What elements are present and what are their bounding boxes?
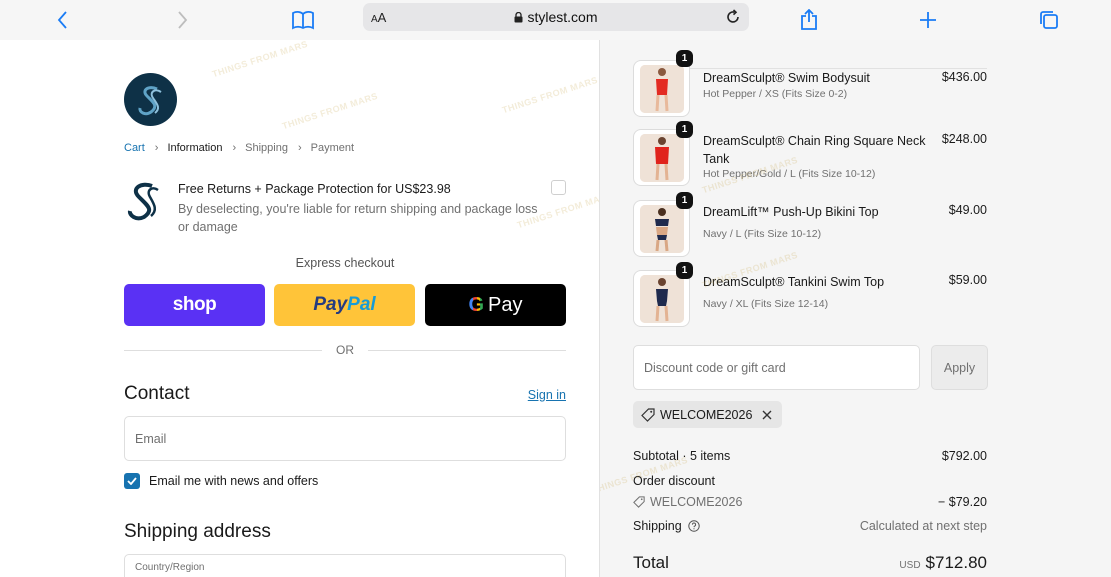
breadcrumb-shipping: Shipping <box>245 142 288 154</box>
breadcrumb-cart[interactable]: Cart <box>124 142 145 154</box>
shipping-row: Shipping Calculated at next step <box>633 519 987 533</box>
reload-icon[interactable] <box>723 7 743 27</box>
product-price: $59.00 <box>948 273 987 287</box>
quantity-badge: 1 <box>676 121 693 138</box>
google-pay-label: Pay <box>488 293 523 316</box>
email-field[interactable] <box>124 416 566 461</box>
share-icon[interactable] <box>795 6 823 34</box>
watermark: THINGS FROM MARS <box>500 74 600 116</box>
watermark: THINGS FROM MARS <box>280 90 380 132</box>
product-variant: Hot Pepper / XS (Fits Size 0-2) <box>703 88 848 100</box>
news-offers-option[interactable]: Email me with news and offers <box>124 473 318 489</box>
chevron-right-icon: › <box>297 142 302 154</box>
paypal-button[interactable]: Pay Pal <box>274 284 415 326</box>
product-variant: Navy / XL (Fits Size 12-14) <box>703 298 829 310</box>
news-label: Email me with news and offers <box>149 474 319 488</box>
product-thumbnail <box>633 60 690 117</box>
express-checkout-label: Express checkout <box>295 256 395 270</box>
protection-checkbox[interactable] <box>551 180 566 195</box>
total-value: $712.80 <box>925 553 987 572</box>
country-label: Country/Region <box>135 562 205 573</box>
remove-discount-icon[interactable] <box>762 410 772 420</box>
chevron-right-icon: › <box>232 142 237 154</box>
protection-title: Free Returns + Package Protection for US… <box>178 182 451 196</box>
subtotal-row: Subtotal · 5 items $792.00 <box>633 449 987 463</box>
discount-code-row: WELCOME2026 − $79.20 <box>633 495 987 511</box>
product-name: DreamLift™ Push-Up Bikini Top <box>703 205 879 219</box>
url-text: stylest.com <box>363 9 749 26</box>
breadcrumb-payment: Payment <box>310 142 355 154</box>
sign-in-link[interactable]: Sign in <box>528 388 566 402</box>
product-name: DreamSculpt® Swim Bodysuit <box>703 71 870 85</box>
google-pay-button[interactable]: G Pay <box>425 284 566 326</box>
discount-code-label: WELCOME2026 <box>650 495 743 509</box>
paypal-label-1: Pay <box>313 294 348 315</box>
breadcrumb-information: Information <box>167 142 223 154</box>
subtotal-value: $792.00 <box>941 449 987 463</box>
product-variant: Hot Pepper/Gold / L (Fits Size 10-12) <box>703 168 876 180</box>
quantity-badge: 1 <box>676 50 693 67</box>
browser-toolbar: AA stylest.com <box>0 0 1111 40</box>
shipping-value: Calculated at next step <box>859 519 987 533</box>
product-image <box>640 275 684 323</box>
tag-icon <box>641 407 655 422</box>
checkmark-icon <box>127 477 137 485</box>
discount-code-field[interactable] <box>633 345 920 390</box>
contact-heading: Contact <box>124 383 190 404</box>
lock-icon <box>514 10 523 26</box>
shipping-address-heading: Shipping address <box>124 521 271 542</box>
chevron-right-icon: › <box>154 142 159 154</box>
product-price: $49.00 <box>948 203 987 217</box>
product-image <box>640 134 684 182</box>
shipping-label: Shipping <box>633 519 682 533</box>
back-icon[interactable] <box>49 6 77 34</box>
watermark: THINGS FROM MARS <box>210 40 310 80</box>
checkout-form: Cart › Information › Shipping › Payment … <box>0 40 600 577</box>
product-image <box>640 65 684 113</box>
package-protection: Free Returns + Package Protection for US… <box>124 180 566 240</box>
discount-value: − $79.20 <box>937 495 987 509</box>
news-checkbox[interactable] <box>124 473 140 489</box>
total-label: Total <box>633 553 669 572</box>
new-tab-icon[interactable] <box>914 6 942 34</box>
currency-code: USD <box>899 560 921 571</box>
product-price: $248.00 <box>941 132 987 146</box>
apply-button[interactable]: Apply <box>931 345 988 390</box>
order-discount-label: Order discount <box>633 474 715 488</box>
paypal-label-2: Pal <box>347 294 376 315</box>
applied-discount-chip: WELCOME2026 <box>633 401 783 428</box>
or-divider: OR <box>124 343 566 357</box>
shop-pay-button[interactable]: shop <box>124 284 265 326</box>
total-row: Total USD $712.80 <box>633 553 987 573</box>
address-bar[interactable]: AA stylest.com <box>363 3 749 31</box>
subtotal-label: Subtotal · 5 items <box>633 449 731 463</box>
breadcrumb: Cart › Information › Shipping › Payment <box>124 142 354 154</box>
tag-icon <box>633 496 645 508</box>
product-image <box>640 205 684 253</box>
order-summary: 1 DreamSculpt® Swim Bodysuit Hot Pepper … <box>600 40 1111 577</box>
product-variant: Navy / L (Fits Size 10-12) <box>703 228 822 240</box>
tabs-overview-icon[interactable] <box>1035 6 1063 34</box>
quantity-badge: 1 <box>676 262 693 279</box>
protection-description: By deselecting, you're liable for return… <box>178 202 538 234</box>
forward-icon <box>168 6 196 34</box>
shop-pay-label: shop <box>172 294 217 315</box>
country-select[interactable]: Country/Region <box>124 554 566 577</box>
protection-logo <box>124 180 166 222</box>
product-price: $436.00 <box>941 70 987 84</box>
google-icon: G <box>468 293 485 316</box>
applied-code: WELCOME2026 <box>660 407 753 422</box>
bookmarks-icon[interactable] <box>289 6 317 34</box>
product-name: DreamSculpt® Chain Ring Square Neck Tank <box>703 134 926 166</box>
product-name: DreamSculpt® Tankini Swim Top <box>703 275 885 289</box>
chevron-down-icon <box>543 571 553 577</box>
store-logo[interactable] <box>124 73 177 126</box>
quantity-badge: 1 <box>676 192 693 209</box>
order-discount-row: Order discount <box>633 474 987 488</box>
help-icon[interactable] <box>687 520 700 532</box>
